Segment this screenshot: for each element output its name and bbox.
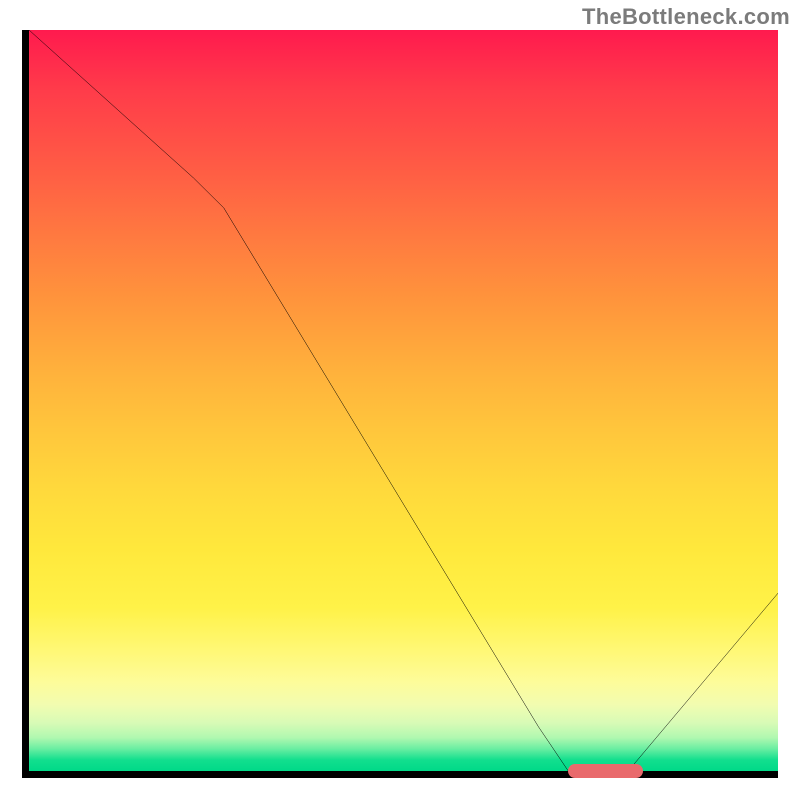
bottleneck-curve — [29, 30, 778, 771]
watermark-text: TheBottleneck.com — [582, 4, 790, 30]
plot-area — [22, 30, 778, 778]
optimum-marker — [568, 764, 643, 778]
